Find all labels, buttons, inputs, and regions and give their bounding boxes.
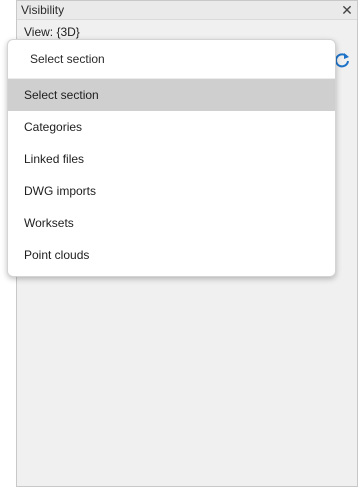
panel-titlebar: Visibility ✕	[17, 1, 357, 20]
dropdown-option-dwg-imports[interactable]: DWG imports	[8, 175, 335, 207]
dropdown-option-point-clouds[interactable]: Point clouds	[8, 239, 335, 271]
content-area	[17, 291, 357, 486]
dropdown-option-select-section[interactable]: Select section	[8, 79, 335, 111]
dropdown-current-value[interactable]: Select section	[8, 40, 335, 79]
dropdown-option-categories[interactable]: Categories	[8, 111, 335, 143]
section-dropdown[interactable]: Select section Select section Categories…	[7, 39, 336, 277]
dropdown-option-linked-files[interactable]: Linked files	[8, 143, 335, 175]
close-icon[interactable]: ✕	[339, 2, 355, 18]
panel-title: Visibility	[21, 3, 65, 17]
dropdown-option-worksets[interactable]: Worksets	[8, 207, 335, 239]
view-label: View: {3D}	[24, 25, 80, 39]
